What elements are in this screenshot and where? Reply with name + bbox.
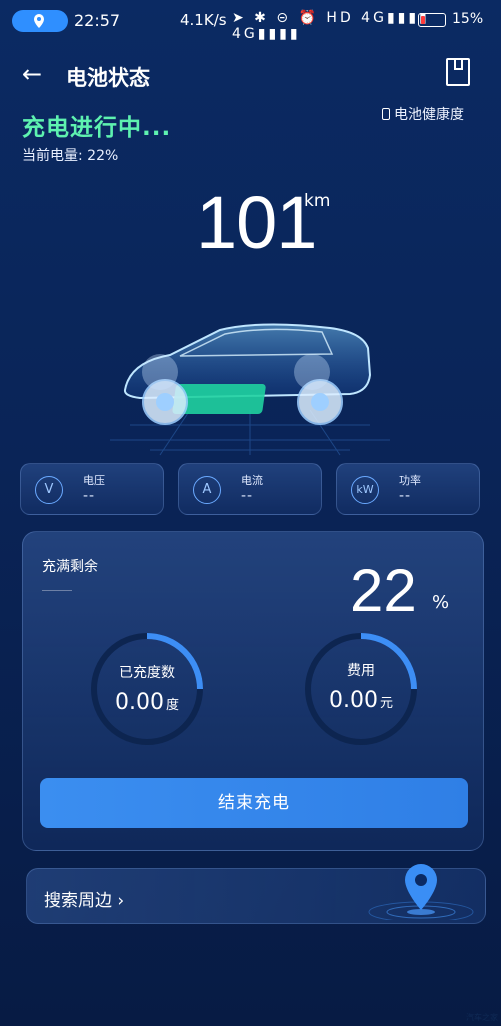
voltage-label: 电压 <box>83 474 105 487</box>
power-card: kW 功率 -- <box>336 463 480 515</box>
battery-icon <box>418 13 446 27</box>
watermark-text: 汽车之家 <box>466 1013 498 1022</box>
battery-health-link[interactable]: 电池健康度 <box>382 104 464 124</box>
battery-percent: 15% <box>452 11 484 27</box>
back-arrow-icon[interactable]: ← <box>22 60 42 88</box>
cost-unit: 元 <box>379 696 393 711</box>
battery-health-label: 电池健康度 <box>394 107 464 123</box>
charged-title: 已充度数 <box>119 665 175 681</box>
remaining-placeholder <box>42 590 72 591</box>
end-charging-button[interactable]: 结束充电 <box>40 778 468 828</box>
map-pin-icon <box>368 864 474 920</box>
cost-title: 费用 <box>347 663 375 679</box>
battery-small-icon <box>382 108 390 120</box>
power-label: 功率 <box>399 474 421 487</box>
remaining-label: 充满剩余 <box>42 559 98 575</box>
charged-unit: 度 <box>165 698 179 713</box>
cost-value-wrap: 0.00 元 <box>302 688 420 713</box>
charge-percent-sign: % <box>432 592 450 613</box>
location-pill[interactable] <box>12 10 68 32</box>
manual-book-icon[interactable] <box>446 58 470 86</box>
range-value: 101 <box>196 181 317 264</box>
location-icon <box>34 14 44 28</box>
network-speed: 4.1K/s <box>180 11 227 29</box>
voltage-icon: V <box>35 476 63 504</box>
power-icon: kW <box>351 476 379 504</box>
status-bar: 22:57 4.1K/s ➤ ✱ ⊝ ⏰ HD 4G▮▮▮▮ 4G▮▮▮▮ 15… <box>0 0 501 42</box>
search-nearby-label[interactable]: 搜索周边 › <box>44 886 124 911</box>
current-card: A 电流 -- <box>178 463 322 515</box>
charged-ring <box>91 633 203 745</box>
charged-value-wrap: 0.00 度 <box>88 690 206 715</box>
charged-value: 0.00 <box>115 690 164 715</box>
power-value: -- <box>399 488 412 504</box>
car-illustration <box>110 323 390 456</box>
charge-percent: 22 <box>350 557 417 624</box>
voltage-value: -- <box>83 488 96 504</box>
charging-status: 充电进行中... <box>22 115 172 141</box>
cost-value: 0.00 <box>329 688 378 713</box>
page-title: 电池状态 <box>66 66 150 90</box>
current-label: 电流 <box>241 474 263 487</box>
voltage-card: V 电压 -- <box>20 463 164 515</box>
status-time: 22:57 <box>74 11 121 30</box>
current-icon: A <box>193 476 221 504</box>
range-unit: km <box>304 191 331 211</box>
current-value: -- <box>241 488 254 504</box>
current-level: 当前电量: 22% <box>22 148 119 164</box>
